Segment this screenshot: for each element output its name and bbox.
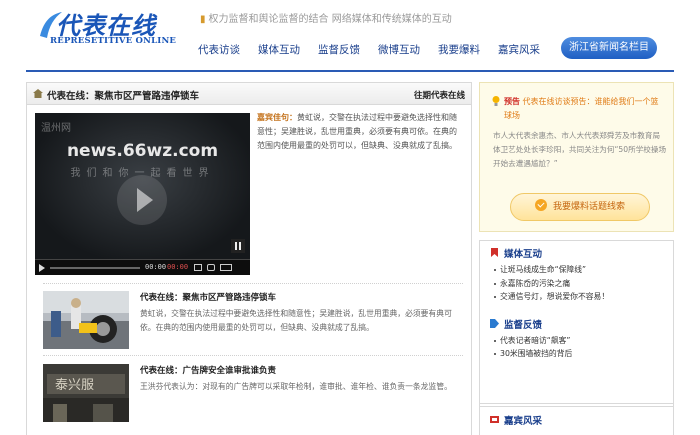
notice-title-text[interactable]: 代表在线访谈预告：谁能给我们一个篮球场 bbox=[504, 97, 659, 120]
news-thumbnail[interactable] bbox=[43, 291, 129, 349]
list-item[interactable]: 永嘉陈岙的污染之痛 bbox=[494, 277, 673, 291]
pause-icon[interactable] bbox=[231, 239, 245, 253]
notice-description: 市人大代表余惠杰、市人大代表郑舜芳及市教育局体卫艺处处长李珍阳，共同关注为何“5… bbox=[493, 131, 667, 168]
news-thumbnail[interactable]: 泰兴服 bbox=[43, 364, 129, 422]
submit-tip-button[interactable]: 我要爆料话题线索 bbox=[510, 193, 650, 221]
guests-section-box: 嘉宾风采 bbox=[479, 403, 674, 435]
news-title[interactable]: 代表在线：广告牌安全谁审批谁负责 bbox=[140, 364, 276, 376]
lightbulb-icon bbox=[492, 96, 500, 106]
submit-tip-label: 我要爆料话题线索 bbox=[552, 202, 625, 212]
video-watermark: 温州网 bbox=[41, 123, 71, 134]
video-url-text: news.66wz.com bbox=[66, 141, 219, 161]
video-player[interactable]: 温州网 news.66wz.com 我们和你一起看世界 00:00 00:00 bbox=[35, 113, 250, 275]
famous-column-button[interactable]: 浙江省新闻名栏目 bbox=[561, 37, 657, 59]
shop-sign-text: 泰兴服 bbox=[55, 378, 94, 393]
guest-quote-label: 嘉宾佳句： bbox=[257, 113, 297, 122]
news-title[interactable]: 代表在线：聚焦市区严管路违停锁车 bbox=[140, 291, 276, 303]
notice-title[interactable]: 预告 代表在线访谈预告：谁能给我们一个篮球场 bbox=[504, 95, 664, 123]
main-panel-header: 代表在线：聚焦市区严管路违停锁车 往期代表在线 bbox=[27, 83, 471, 105]
nav-item-weibo[interactable]: 微博互动 bbox=[378, 42, 420, 57]
main-panel: 代表在线：聚焦市区严管路违停锁车 往期代表在线 温州网 news.66wz.co… bbox=[26, 82, 472, 435]
list-item[interactable]: 代表记者暗访“飙客” bbox=[494, 334, 673, 348]
fullscreen-icon[interactable] bbox=[220, 264, 232, 271]
media-section-header: 媒体互动 bbox=[480, 241, 673, 263]
nav-item-guests[interactable]: 嘉宾风采 bbox=[498, 42, 540, 57]
bookmark-icon bbox=[491, 248, 498, 257]
site-logo[interactable]: 代表在线 REPRESETITIVE ONLINE bbox=[38, 6, 178, 50]
logo-text-en: REPRESETITIVE ONLINE bbox=[50, 36, 177, 46]
video-controls: 00:00 00:00 bbox=[35, 259, 250, 275]
play-icon[interactable] bbox=[39, 264, 45, 272]
big-play-icon[interactable] bbox=[117, 175, 167, 225]
nav-item-report[interactable]: 我要爆料 bbox=[438, 42, 480, 57]
guests-section-header: 嘉宾风采 bbox=[480, 408, 673, 430]
notice-prefix: 预告 bbox=[504, 97, 520, 106]
slogan-bullet-icon: ▮ bbox=[200, 14, 206, 25]
photo-icon bbox=[490, 416, 499, 423]
site-slogan: ▮ 权力监督和舆论监督的结合 网络媒体和传统媒体的互动 bbox=[200, 10, 452, 25]
list-item[interactable]: 让斑马线成生命“保障线” bbox=[494, 263, 673, 277]
news-summary: 黄虹说，交警在执法过程中要避免选择性和随意性；吴建胜说，乱世用重典，必须要有典可… bbox=[140, 309, 452, 332]
sidebar-section-box: 媒体互动 让斑马线成生命“保障线” 永嘉陈岙的污染之痛 交通信号灯，想说爱你不容… bbox=[479, 240, 674, 407]
site-header: 代表在线 REPRESETITIVE ONLINE ▮ 权力监督和舆论监督的结合 … bbox=[0, 0, 700, 70]
main-nav: 代表访谈 媒体互动 监督反馈 微博互动 我要爆料 嘉宾风采 bbox=[198, 40, 558, 58]
main-panel-title: 代表在线：聚焦市区严管路违停锁车 bbox=[47, 91, 200, 102]
video-progress-bar[interactable] bbox=[50, 267, 140, 269]
past-episodes-link[interactable]: 往期代表在线 bbox=[414, 89, 465, 101]
nav-item-media[interactable]: 媒体互动 bbox=[258, 42, 300, 57]
slogan-text: 权力监督和舆论监督的结合 网络媒体和传统媒体的互动 bbox=[208, 14, 452, 25]
feedback-section-title[interactable]: 监督反馈 bbox=[504, 317, 542, 331]
tag-icon bbox=[490, 318, 499, 328]
nav-item-interviews[interactable]: 代表访谈 bbox=[198, 42, 240, 57]
list-item[interactable]: 交通信号灯，想说爱你不容易！ bbox=[494, 290, 673, 304]
feedback-section-header: 监督反馈 bbox=[480, 312, 673, 334]
media-list: 让斑马线成生命“保障线” 永嘉陈岙的污染之痛 交通信号灯，想说爱你不容易！ bbox=[480, 263, 673, 304]
divider bbox=[43, 355, 463, 356]
news-item[interactable]: 泰兴服 代表在线：广告牌安全谁审批谁负责 王洪芬代表认为：对现有的广告牌可以采取… bbox=[43, 364, 463, 424]
header-divider bbox=[26, 70, 674, 72]
home-icon bbox=[33, 89, 43, 98]
list-item[interactable]: 30米围墙被挡的背后 bbox=[494, 347, 673, 361]
traffic-police-photo-icon bbox=[43, 291, 129, 349]
settings-icon[interactable] bbox=[194, 264, 202, 271]
check-icon bbox=[534, 199, 547, 211]
video-time-total: 00:00 bbox=[167, 263, 189, 271]
video-screen[interactable]: 温州网 news.66wz.com 我们和你一起看世界 bbox=[35, 113, 250, 259]
media-section-title[interactable]: 媒体互动 bbox=[504, 246, 542, 260]
divider bbox=[43, 283, 463, 284]
news-item[interactable]: 代表在线：聚焦市区严管路违停锁车 黄虹说，交警在执法过程中要避免选择性和随意性；… bbox=[43, 291, 463, 351]
volume-icon[interactable] bbox=[207, 264, 215, 271]
nav-item-feedback[interactable]: 监督反馈 bbox=[318, 42, 360, 57]
shop-sign-photo-icon: 泰兴服 bbox=[43, 364, 129, 422]
notice-box: 预告 代表在线访谈预告：谁能给我们一个篮球场 市人大代表余惠杰、市人大代表郑舜芳… bbox=[479, 82, 674, 232]
video-time-current: 00:00 bbox=[145, 263, 167, 271]
news-summary: 王洪芬代表认为：对现有的广告牌可以采取年检制，谁审批、谁年检、谁负责一条龙监管。 bbox=[140, 382, 452, 391]
guest-quote: 嘉宾佳句：黄虹说，交警在执法过程中要避免选择性和随意性；吴建胜说，乱世用重典，必… bbox=[257, 111, 461, 153]
feedback-list: 代表记者暗访“飙客” 30米围墙被挡的背后 bbox=[480, 334, 673, 361]
guests-section-title[interactable]: 嘉宾风采 bbox=[504, 413, 542, 427]
